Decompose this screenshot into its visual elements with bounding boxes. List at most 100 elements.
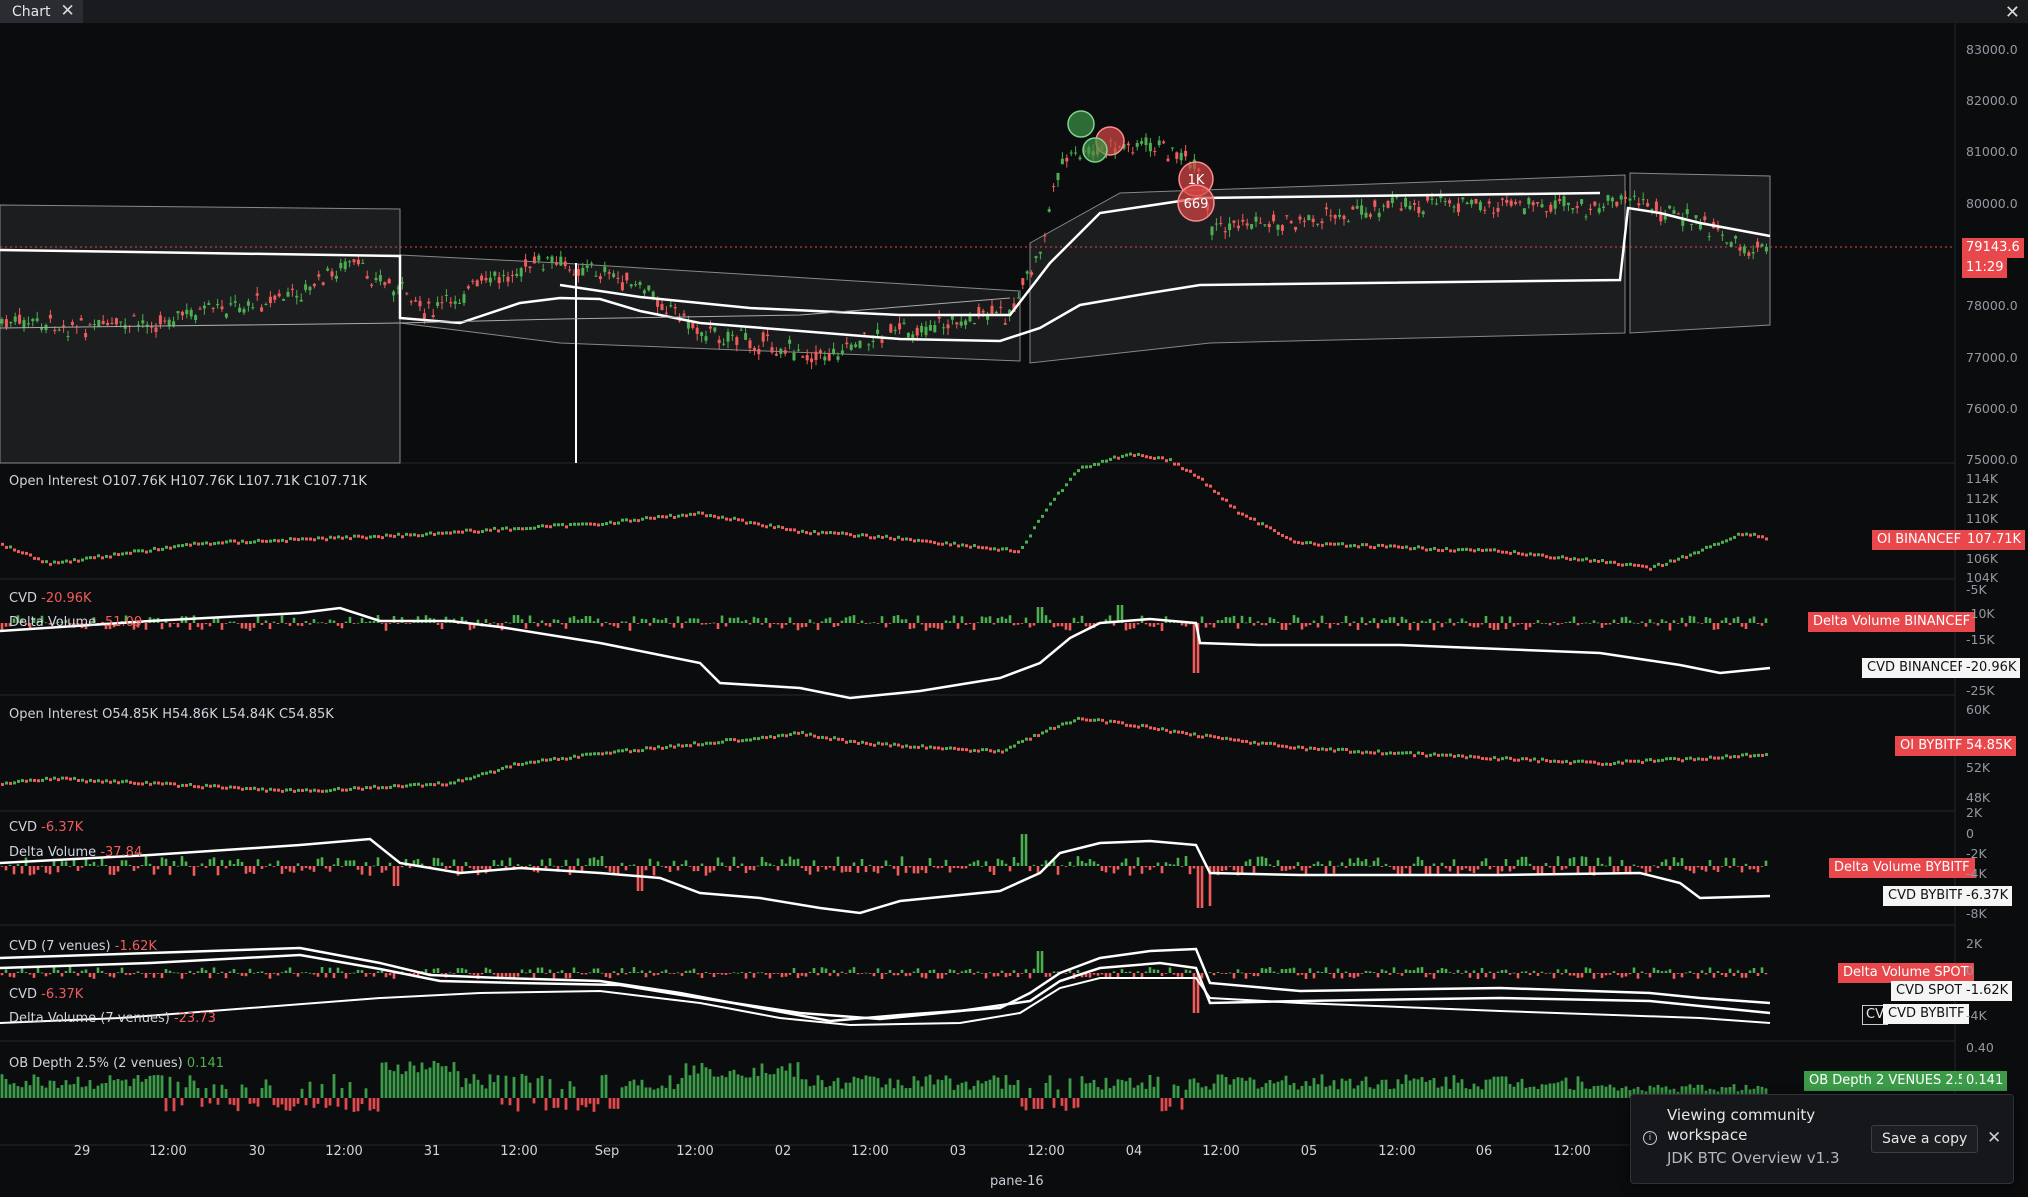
volume-bar <box>1452 859 1456 866</box>
volume-bar <box>1516 973 1520 979</box>
series-tick <box>1225 736 1228 740</box>
depth-bar <box>112 1080 116 1098</box>
volume-bar <box>280 866 284 874</box>
volume-bar <box>1548 972 1552 974</box>
close-icon[interactable]: ✕ <box>60 3 74 20</box>
series-tick <box>141 549 144 553</box>
candle-body <box>959 321 963 326</box>
depth-bar <box>256 1098 260 1107</box>
close-icon[interactable]: ✕ <box>2005 2 2020 23</box>
series-tick <box>1517 758 1520 762</box>
series-tick <box>397 784 400 788</box>
series-tick <box>1441 549 1444 553</box>
series-tick <box>1377 543 1380 547</box>
save-copy-button[interactable]: Save a copy <box>1871 1125 1979 1153</box>
series-tick <box>1085 465 1088 469</box>
series-tick <box>761 524 764 528</box>
series-tick <box>877 534 880 538</box>
volume-bar <box>596 859 600 866</box>
volume-bar <box>1200 616 1204 623</box>
volume-bar <box>1192 623 1196 673</box>
tab-chart[interactable]: Chart ✕ <box>0 0 83 23</box>
candle-body <box>510 274 514 276</box>
series-tick <box>529 760 532 764</box>
volume-bar <box>1760 866 1764 867</box>
volume-bar <box>160 857 164 866</box>
volume-bar <box>1060 623 1064 627</box>
series-tick <box>729 518 732 522</box>
series-tick <box>725 738 728 742</box>
oi-bybit-pane[interactable] <box>1 716 1768 793</box>
series-tick <box>1705 757 1708 761</box>
volume-bar <box>120 860 124 866</box>
oi-binance-pane[interactable] <box>1 452 1768 571</box>
volume-bar <box>1136 857 1140 866</box>
volume-bar <box>780 973 784 978</box>
spot-pane[interactable] <box>0 946 1771 1027</box>
series-tick <box>1173 462 1176 466</box>
candle-body <box>1382 205 1386 207</box>
close-icon[interactable]: ✕ <box>1987 1128 2001 1148</box>
depth-bar <box>1040 1098 1044 1109</box>
cvd-bybit-pane[interactable] <box>0 834 1771 915</box>
candle-body <box>924 326 928 336</box>
volume-bar <box>1524 971 1528 973</box>
volume-bar <box>576 972 580 973</box>
volume-bar <box>436 858 440 866</box>
volume-bar <box>128 864 132 866</box>
volume-bar <box>300 972 304 974</box>
cvd-bybit-spot-tag: CVD BYBITF <box>1883 1004 1970 1024</box>
candle-body <box>1245 223 1249 226</box>
series-tick <box>289 537 292 541</box>
series-tick <box>697 511 700 515</box>
chart-canvas[interactable]: 1K669 <box>0 23 2028 1163</box>
series-tick <box>1005 748 1008 752</box>
depth-bar <box>960 1082 964 1098</box>
depth-bar <box>340 1088 344 1098</box>
volume-bar <box>548 858 552 866</box>
volume-bar <box>876 623 880 624</box>
volume-bar <box>196 971 200 973</box>
series-tick <box>557 757 560 761</box>
volume-bar <box>1344 971 1348 973</box>
volume-bar <box>692 866 696 872</box>
volume-bar <box>244 866 248 874</box>
depth-bar <box>1300 1085 1304 1098</box>
volume-bar <box>480 866 484 869</box>
series-tick <box>569 523 572 527</box>
series-tick <box>697 743 700 747</box>
candle-body <box>634 284 638 286</box>
series-tick <box>677 743 680 747</box>
series-tick <box>661 746 664 750</box>
volume-bar <box>1476 623 1480 628</box>
top-bar: Chart ✕ ✕ <box>0 0 2028 23</box>
volume-bar <box>892 866 896 869</box>
depth-bar <box>796 1062 800 1098</box>
series-tick <box>1741 753 1744 757</box>
depth-bar <box>1156 1076 1160 1098</box>
series-tick <box>1293 746 1296 750</box>
depth-bar <box>1132 1087 1136 1098</box>
volume-bar <box>1724 973 1728 978</box>
candle-body <box>761 332 765 342</box>
volume-bar <box>1044 973 1048 977</box>
volume-bar <box>1280 866 1284 871</box>
price-pane[interactable]: 1K669 <box>0 110 1955 464</box>
volume-bar <box>1376 973 1380 978</box>
series-tick <box>137 782 140 786</box>
cvd-binance-pane[interactable] <box>0 605 1771 700</box>
volume-bar <box>924 866 928 874</box>
volume-bar <box>780 859 784 866</box>
series-tick <box>1189 733 1192 737</box>
candle-body <box>1250 224 1254 229</box>
depth-bar <box>756 1075 760 1098</box>
candle-body <box>330 271 334 277</box>
axis-tick: 48K <box>1966 790 1991 805</box>
series-tick <box>53 776 56 780</box>
ob-depth-pane[interactable] <box>0 1060 1768 1112</box>
series-tick <box>1181 730 1184 734</box>
volume-bar <box>1404 619 1408 623</box>
depth-bar <box>184 1087 188 1098</box>
series-tick <box>813 530 816 534</box>
volume-bar <box>1384 970 1388 973</box>
